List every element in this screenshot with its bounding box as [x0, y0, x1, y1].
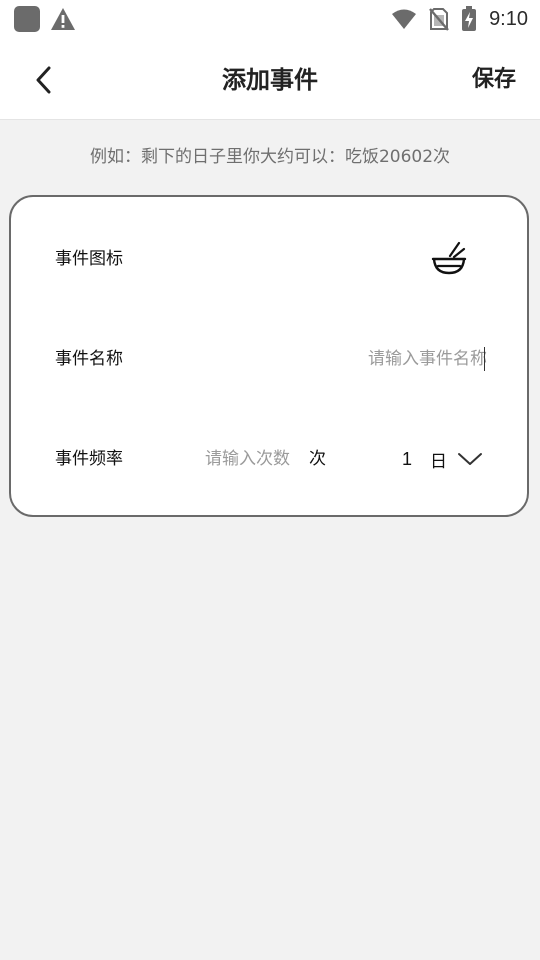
battery-charging-icon: [462, 6, 477, 31]
page-title: 添加事件: [222, 66, 318, 94]
status-bar-left: [14, 6, 76, 32]
wifi-icon: [392, 9, 417, 29]
event-form-card: 事件图标 事件名称 事件频率 次 1 日: [9, 195, 529, 517]
period-number: 1: [401, 448, 412, 469]
period-selector[interactable]: 1 日: [402, 439, 483, 479]
event-icon-picker[interactable]: [429, 239, 469, 279]
period-unit: 日: [430, 451, 447, 472]
chevron-down-icon: [458, 453, 482, 465]
event-name-input[interactable]: [287, 343, 487, 375]
icon-row: 事件图标: [11, 239, 527, 279]
status-bar: 9:10: [0, 0, 540, 38]
name-row-label: 事件名称: [55, 349, 123, 369]
frequency-row-label: 事件频率: [55, 449, 123, 469]
status-bar-right: 9:10: [391, 6, 528, 32]
frequency-count-input[interactable]: [205, 443, 301, 475]
name-row: 事件名称: [11, 339, 527, 379]
save-button[interactable]: 保存: [472, 60, 516, 100]
count-unit-label: 次: [309, 449, 326, 469]
icon-row-label: 事件图标: [55, 249, 123, 269]
status-time: 9:10: [489, 8, 528, 30]
bowl-chopsticks-icon: [431, 241, 467, 275]
frequency-row: 事件频率 次 1 日: [11, 439, 527, 479]
no-sim-icon: [429, 8, 449, 31]
text-caret: [484, 347, 485, 371]
example-hint: 例如：剩下的日子里你大约可以：吃饭20602次: [89, 147, 451, 167]
warning-icon: [51, 8, 75, 30]
app-header: 添加事件 保存: [0, 38, 540, 120]
app-icon: [14, 6, 40, 32]
